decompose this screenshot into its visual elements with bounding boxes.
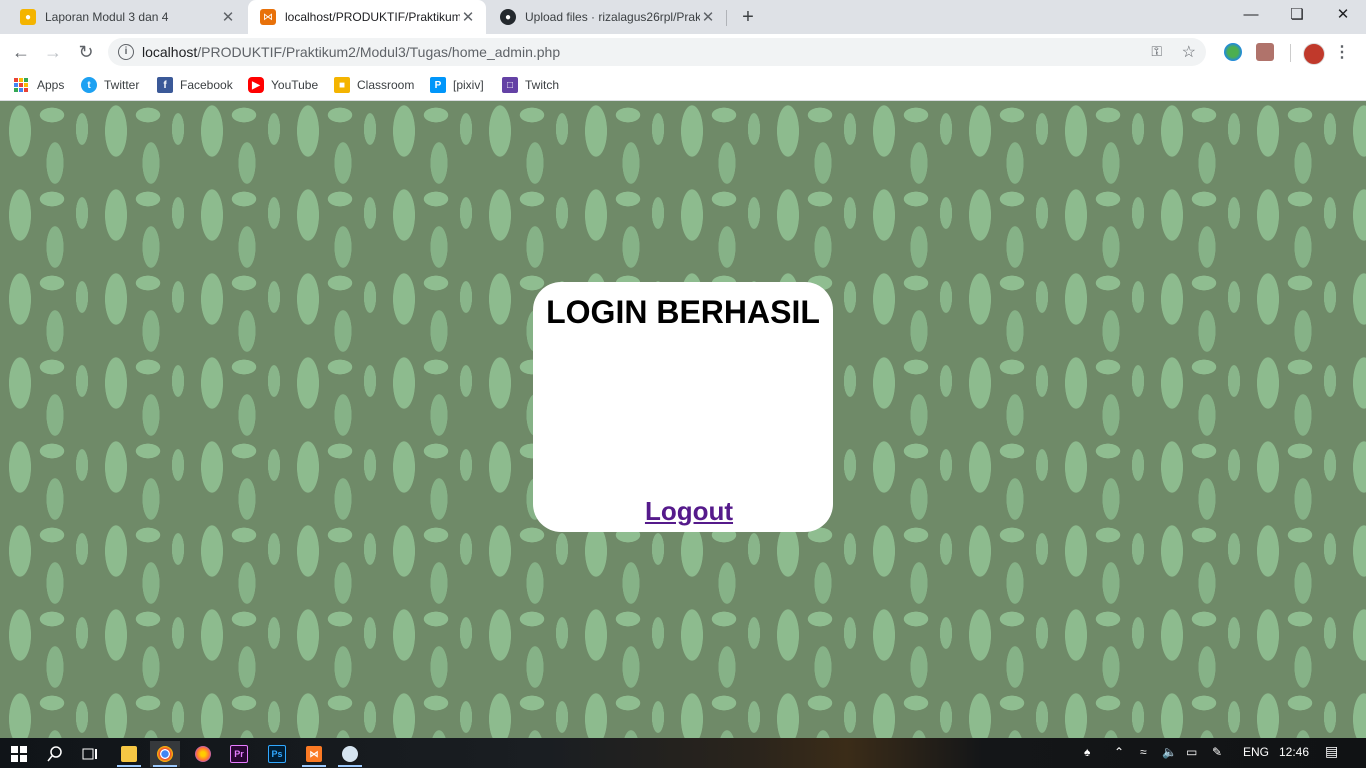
info-icon[interactable]: i [118,44,134,60]
tab-title: Laporan Modul 3 dan 4 [45,10,169,24]
close-icon[interactable]: ✕ [220,8,236,26]
bookmark-apps[interactable]: Apps [14,76,64,94]
twitter-icon: t [81,77,97,93]
language-indicator[interactable]: ENG [1243,745,1269,759]
new-tab-button[interactable]: + [736,4,760,30]
toolbar-separator [1290,44,1291,62]
notifications-icon[interactable]: ▤ [1325,743,1338,760]
logout-link[interactable]: Logout [533,496,833,527]
close-icon[interactable]: ✕ [700,8,716,26]
search-icon[interactable] [40,741,70,767]
bookmark-label: Classroom [357,78,415,92]
github-icon: ● [500,9,516,25]
bookmark-twitch[interactable]: □ Twitch [502,76,559,94]
url-text[interactable]: localhost/PRODUKTIF/Praktikum2/Modul3/Tu… [142,44,560,60]
photoshop-icon[interactable]: Ps [262,741,292,767]
pixiv-icon: P [430,77,446,93]
xampp-icon: ⋈ [260,9,276,25]
restore-button[interactable]: ❏ [1274,0,1320,30]
volume-muted-icon[interactable]: 🔈 [1162,745,1177,759]
bookmark-label: YouTube [271,78,319,92]
clock[interactable]: 12:46 [1279,745,1309,759]
bookmark-label: Apps [37,78,65,92]
bookmark-youtube[interactable]: ▶ YouTube [248,76,318,94]
bookmark-twitter[interactable]: t Twitter [81,76,139,94]
tab-github[interactable]: ● Upload files · rizalagus26rpl/Praktiku… [488,0,726,34]
forward-button[interactable]: → [39,38,67,66]
tab-title: localhost/PRODUKTIF/Praktikum2/ [285,10,460,24]
tab-laporan[interactable]: ● Laporan Modul 3 dan 4 ✕ [8,0,246,34]
wifi-icon[interactable]: ≈ [1140,745,1147,759]
tab-strip: ● Laporan Modul 3 dan 4 ✕ ⋈ localhost/PR… [0,0,1366,34]
bookmark-label: Twitch [525,78,560,92]
windows-start-icon[interactable] [4,741,34,767]
paint-icon[interactable] [335,741,365,767]
xampp-icon[interactable]: ⋈ [299,741,329,767]
menu-icon[interactable]: ⋮ [1334,42,1350,64]
back-button[interactable]: ← [7,38,35,66]
show-hidden-icons-icon[interactable]: ⌃ [1114,745,1124,759]
page-background: LOGIN BERHASIL Logout [0,101,1366,738]
pen-icon[interactable]: ✎ [1212,745,1222,759]
slides-icon: ● [20,9,36,25]
bookmark-label: Facebook [180,78,233,92]
tab-localhost[interactable]: ⋈ localhost/PRODUKTIF/Praktikum2/ ✕ [248,0,486,34]
url-path: /PRODUKTIF/Praktikum2/Modul3/Tugas/home_… [197,44,561,60]
classroom-icon: ■ [334,77,350,93]
bookmark-label: [pixiv] [453,78,484,92]
window-close-button[interactable]: ✕ [1320,0,1366,30]
address-bar[interactable]: i localhost/PRODUKTIF/Praktikum2/Modul3/… [108,38,1206,66]
people-icon[interactable]: ♠ [1084,745,1090,759]
url-host: localhost [142,44,198,60]
bookmark-label: Twitter [104,78,140,92]
tab-title: Upload files · rizalagus26rpl/Praktikum [525,10,700,24]
bookmark-star-icon[interactable]: ☆ [1182,42,1196,62]
bookmark-pixiv[interactable]: P [pixiv] [430,76,484,94]
login-card: LOGIN BERHASIL Logout [533,282,833,532]
key-icon[interactable]: ⚿ [1151,43,1162,60]
bookmark-classroom[interactable]: ■ Classroom [334,76,414,94]
reload-button[interactable]: ↻ [72,38,100,66]
extension-globe-icon[interactable] [1224,43,1242,61]
file-explorer-icon[interactable] [114,741,144,767]
browser-toolbar: ← → ↻ i localhost/PRODUKTIF/Praktikum2/M… [0,34,1366,70]
chrome-icon[interactable] [150,741,180,767]
windows-taskbar: Pr Ps ⋈ ♠ ⌃ ≈ 🔈 ▭ ✎ ENG 12:46 ▤ [0,738,1366,768]
battery-icon[interactable]: ▭ [1186,745,1197,759]
page-title: LOGIN BERHASIL [546,294,820,330]
extension-pdf-icon[interactable] [1256,43,1274,61]
facebook-icon: f [157,77,173,93]
profile-avatar[interactable] [1303,43,1325,65]
minimize-button[interactable]: — [1228,0,1274,30]
apps-grid-icon [14,78,28,92]
youtube-icon: ▶ [248,77,264,93]
bookmarks-bar: Apps t Twitter f Facebook ▶ YouTube ■ Cl… [0,70,1366,101]
twitch-icon: □ [502,77,518,93]
firefox-icon[interactable] [188,741,218,767]
premiere-icon[interactable]: Pr [224,741,254,767]
tab-separator [726,10,727,26]
bookmark-facebook[interactable]: f Facebook [157,76,233,94]
task-view-icon[interactable] [75,741,105,767]
close-icon[interactable]: ✕ [460,8,476,26]
